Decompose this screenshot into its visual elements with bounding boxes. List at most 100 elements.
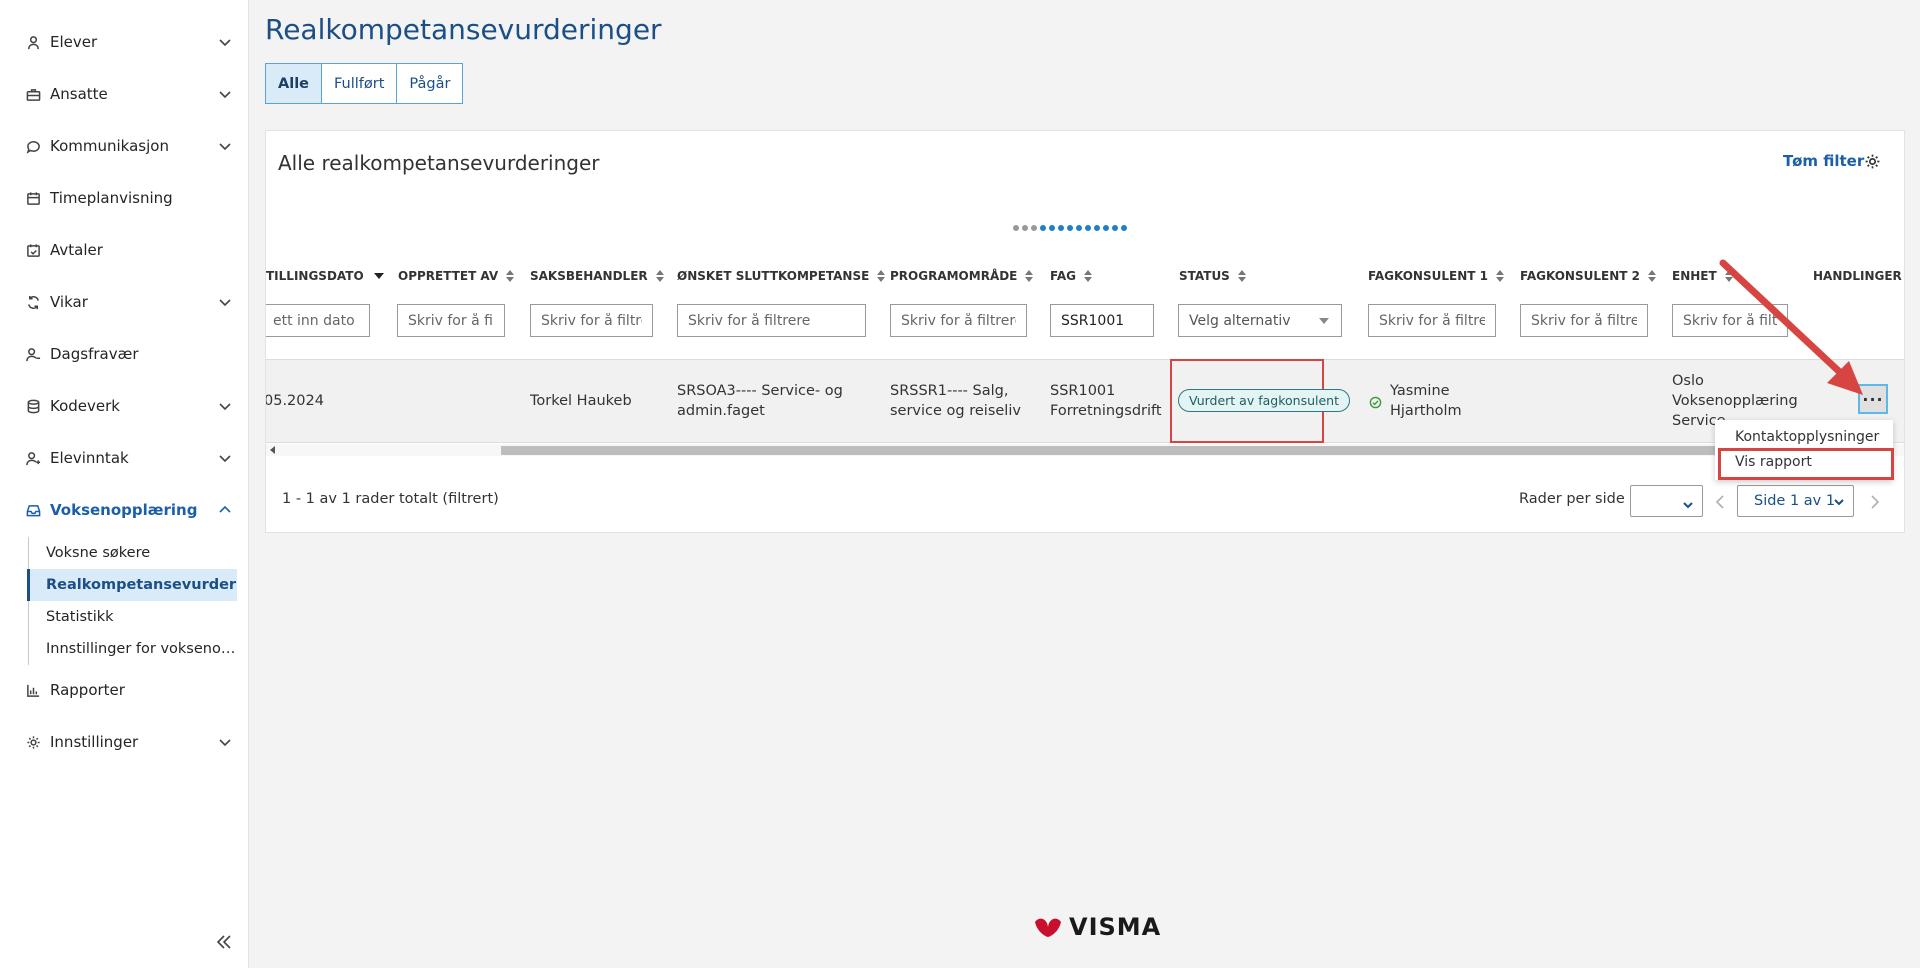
clear-filter-link[interactable]: Tøm filter: [1783, 152, 1864, 170]
column-header-date[interactable]: TILLINGSDATO: [266, 267, 384, 285]
visma-logo: VISMA: [1033, 913, 1161, 941]
chevron-down-icon: [218, 295, 232, 309]
case-handler-filter-input[interactable]: [530, 304, 653, 337]
nav-label: Avtaler: [50, 241, 103, 259]
column-header-label: PROGRAMOMRÅDE: [890, 269, 1018, 283]
cell-subject: SSR1001 Forretningsdrift: [1050, 381, 1162, 421]
chevron-down-icon: [218, 139, 232, 153]
program-area-filter-input[interactable]: [890, 304, 1027, 337]
sort-icon: [655, 270, 664, 282]
indicator-dot: [1094, 225, 1100, 231]
column-header-desired-competence[interactable]: ØNSKET SLUTTKOMPETANSE: [677, 267, 886, 285]
created-by-filter-input[interactable]: [397, 304, 505, 337]
tab-fullfort[interactable]: Fullført: [321, 63, 398, 104]
nav-item-vikar[interactable]: Vikar: [24, 287, 232, 317]
cell-line: Yasmine: [1390, 383, 1450, 399]
nav-item-innstillinger[interactable]: Innstillinger: [24, 727, 232, 757]
column-header-program-area[interactable]: PROGRAMOMRÅDE: [890, 267, 1034, 285]
bar-chart-icon: [24, 681, 42, 699]
subnav-item-voksne-sokere[interactable]: Voksne søkere: [29, 537, 237, 569]
next-page-icon[interactable]: [1870, 494, 1882, 509]
nav-label: Rapporter: [50, 681, 125, 699]
indicator-dot: [1067, 225, 1073, 231]
cell-line: service og reiseliv: [890, 403, 1021, 419]
database-icon: [24, 397, 42, 415]
indicator-dot: [1076, 225, 1082, 231]
scrollbar-thumb[interactable]: [501, 446, 1781, 455]
gear-icon[interactable]: [1864, 153, 1882, 171]
rows-per-page-select[interactable]: [1630, 485, 1703, 517]
sort-icon: [877, 270, 886, 282]
chevron-down-icon: [218, 451, 232, 465]
column-header-status[interactable]: STATUS: [1179, 267, 1246, 285]
nav-item-timeplanvisning[interactable]: Timeplanvisning: [24, 183, 232, 213]
nav-item-kommunikasjon[interactable]: Kommunikasjon: [24, 131, 232, 161]
cell-case-handler: Torkel Haukeb: [530, 393, 632, 409]
cell-line: Forretningsdrift: [1050, 403, 1162, 419]
column-header-label: FAGKONSULENT 1: [1368, 269, 1488, 283]
inbox-icon: [24, 501, 42, 519]
column-scroll-indicator: [1013, 225, 1130, 233]
horizontal-scrollbar[interactable]: [266, 444, 1904, 456]
nav-item-elever[interactable]: Elever: [24, 27, 232, 57]
subnav-voksenopplaering: Voksne søkere Realkompetansevurder… Stat…: [27, 537, 237, 665]
column-header-consultant-1[interactable]: FAGKONSULENT 1: [1368, 267, 1504, 285]
nav-item-voksenopplaering[interactable]: Voksenopplæring: [24, 495, 232, 525]
nav-item-avtaler[interactable]: Avtaler: [24, 235, 232, 265]
column-header-created-by[interactable]: OPPRETTET AV: [398, 267, 515, 285]
tab-alle[interactable]: Alle: [265, 63, 322, 104]
calendar-icon: [24, 189, 42, 207]
cell-line: SRSSR1---- Salg,: [890, 383, 1009, 399]
nav-item-elevinntak[interactable]: Elevinntak: [24, 443, 232, 473]
column-header-subject[interactable]: FAG: [1050, 267, 1092, 285]
indicator-dot: [1013, 225, 1019, 231]
nav-label: Vikar: [50, 293, 88, 311]
nav-item-rapporter[interactable]: Rapporter: [24, 675, 232, 705]
user-minus-icon: [24, 345, 42, 363]
cell-program-area: SRSSR1---- Salg, service og reiseliv: [890, 381, 1021, 421]
cell-date: 05.2024: [265, 393, 324, 409]
indicator-dot: [1121, 225, 1127, 231]
desired-competence-filter-input[interactable]: [677, 304, 866, 337]
indicator-dot: [1103, 225, 1109, 231]
subnav-item-statistikk[interactable]: Statistikk: [29, 601, 237, 633]
subject-filter-input[interactable]: [1050, 304, 1154, 337]
subnav-item-realkompetansevurderinger[interactable]: Realkompetansevurder…: [27, 569, 237, 601]
sort-icon: [1647, 270, 1656, 282]
column-header-consultant-2[interactable]: FAGKONSULENT 2: [1520, 267, 1656, 285]
nav-label: Elevinntak: [50, 449, 129, 467]
nav-label: Kodeverk: [50, 397, 120, 415]
nav-item-ansatte[interactable]: Ansatte: [24, 79, 232, 109]
sort-icon: [1083, 270, 1092, 282]
sort-icon: [506, 270, 515, 282]
tab-pagar[interactable]: Pågår: [396, 63, 464, 104]
date-filter-input[interactable]: [266, 304, 370, 337]
status-filter-select[interactable]: Velg alternativ: [1178, 304, 1342, 337]
indicator-dot: [1022, 225, 1028, 231]
cell-consultant-1: Yasmine Hjartholm: [1390, 381, 1462, 421]
subnav-item-innstillinger-voksenopplaering[interactable]: Innstillinger for vokseno…: [29, 633, 237, 665]
page-select-value: Side 1 av 1: [1754, 493, 1836, 509]
row-count-info: 1 - 1 av 1 rader totalt (filtrert): [282, 491, 499, 507]
nav-label: Elever: [50, 33, 98, 51]
consultant-2-filter-input[interactable]: [1520, 304, 1648, 337]
chevron-down-icon: [1833, 496, 1845, 508]
scroll-left-icon[interactable]: [270, 446, 275, 454]
menu-item-contact-info[interactable]: Kontaktopplysninger: [1715, 424, 1893, 449]
column-header-label: FAG: [1050, 269, 1076, 283]
nav-item-kodeverk[interactable]: Kodeverk: [24, 391, 232, 421]
column-header-case-handler[interactable]: SAKSBEHANDLER: [530, 267, 664, 285]
nav-label: Voksenopplæring: [50, 501, 198, 519]
consultant-1-filter-input[interactable]: [1368, 304, 1496, 337]
indicator-dot: [1031, 225, 1037, 231]
page-select[interactable]: Side 1 av 1: [1737, 485, 1854, 517]
tab-bar: Alle Fullført Pågår: [265, 63, 464, 104]
card-title: Alle realkompetansevurderinger: [278, 151, 600, 175]
indicator-dot: [1049, 225, 1055, 231]
collapse-sidebar-icon[interactable]: [214, 932, 236, 954]
nav-label: Timeplanvisning: [50, 189, 173, 207]
nav-item-dagsfravaer[interactable]: Dagsfravær: [24, 339, 232, 369]
indicator-dot: [1058, 225, 1064, 231]
previous-page-icon[interactable]: [1715, 494, 1727, 509]
column-header-label: SAKSBEHANDLER: [530, 269, 648, 283]
